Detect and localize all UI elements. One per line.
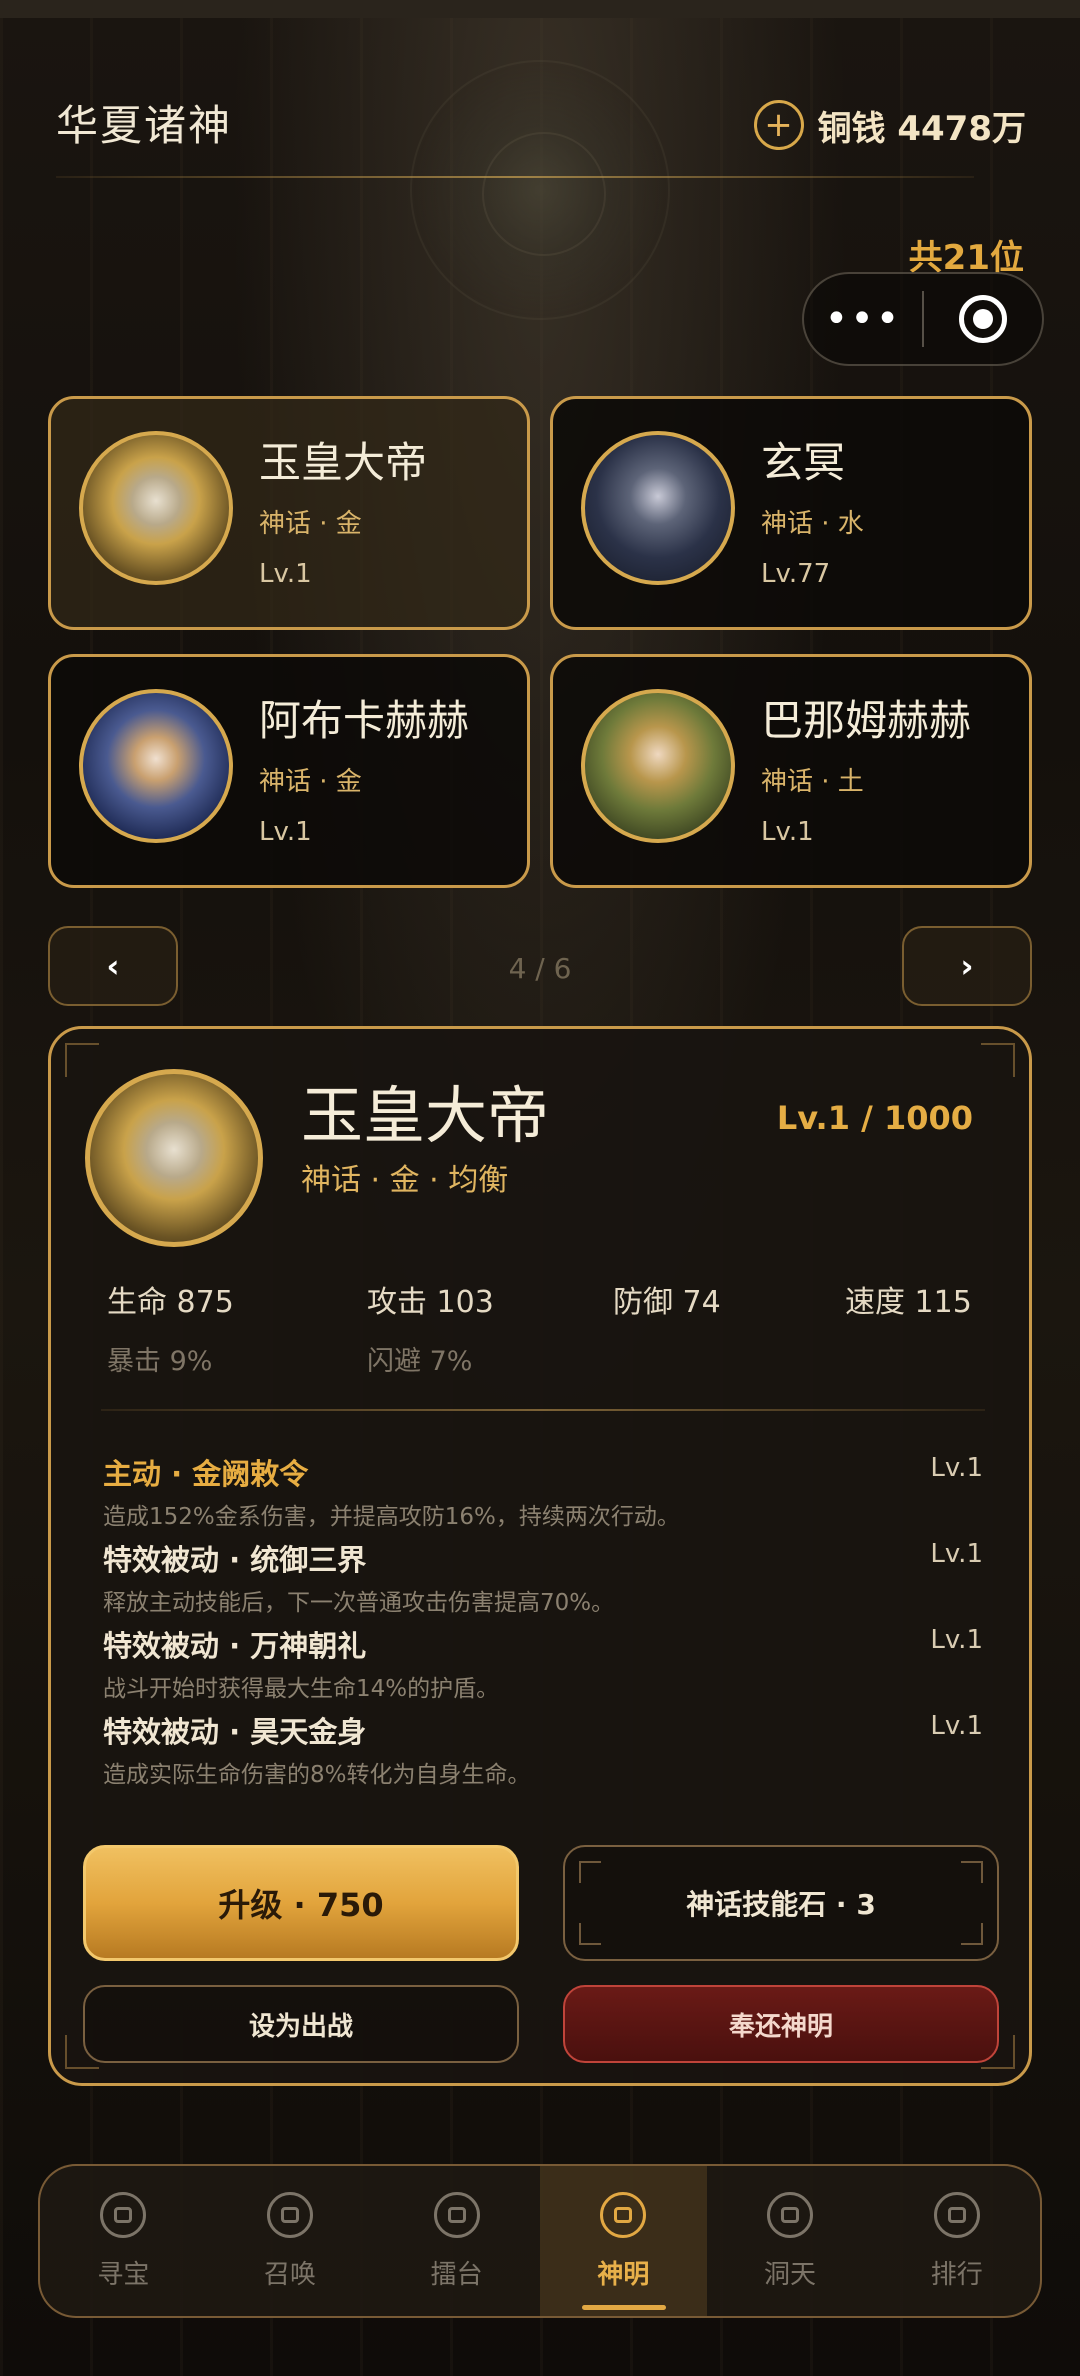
stat-speed: 速度 115 [845, 1285, 972, 1320]
deity-detail-panel: 玉皇大帝 Lv.1 / 1000 神话 · 金 · 均衡 生命 875 攻击 1… [48, 1026, 1032, 2086]
deity-level: Lv.1 [259, 817, 312, 847]
header-divider [56, 176, 974, 178]
skill-level: Lv.1 [930, 1539, 983, 1569]
deploy-button[interactable]: 设为出战 [83, 1985, 519, 2063]
page-title: 华夏诸神 [56, 101, 233, 150]
nav-item-home[interactable]: 洞天 [707, 2166, 874, 2316]
nav-item-summon[interactable]: 召唤 [207, 2166, 374, 2316]
return-deity-button[interactable]: 奉还神明 [563, 1985, 999, 2063]
upgrade-button[interactable]: 升级 · 750 [83, 1845, 519, 1961]
corner-ornament [579, 1861, 601, 1883]
nav-item-arena[interactable]: 擂台 [373, 2166, 540, 2316]
skill-desc: 释放主动技能后，下一次普通攻击伤害提高70%。 [103, 1590, 615, 1616]
deity-name: 玄冥 [761, 438, 846, 487]
skill-title: 特效被动 · 万神朝礼 [103, 1629, 367, 1663]
skill-desc: 造成实际生命伤害的8%转化为自身生命。 [103, 1762, 531, 1788]
skill-entry: 特效被动 · 统御三界 Lv.1 释放主动技能后，下一次普通攻击伤害提高70%。 [103, 1537, 983, 1617]
next-page-button[interactable]: › [902, 926, 1032, 1006]
avatar [581, 431, 735, 585]
stat-defense: 防御 74 [613, 1285, 721, 1320]
nav-item-rank[interactable]: 排行 [873, 2166, 1040, 2316]
nav-item-treasure[interactable]: 寻宝 [40, 2166, 207, 2316]
nav-label: 神明 [597, 2259, 650, 2290]
skill-stone-label: 神话技能石 · 3 [686, 1888, 876, 1921]
skill-level: Lv.1 [930, 1625, 983, 1655]
stat-attack: 攻击 103 [367, 1285, 494, 1320]
detail-avatar [85, 1069, 263, 1247]
skill-title: 特效被动 · 统御三界 [103, 1543, 367, 1577]
deity-card[interactable]: 玉皇大帝 神话 · 金 Lv.1 [48, 396, 530, 630]
skill-desc: 战斗开始时获得最大生命14%的护盾。 [103, 1676, 500, 1702]
stat-hp: 生命 875 [107, 1285, 234, 1320]
corner-ornament [65, 1043, 99, 1077]
avatar [79, 431, 233, 585]
avatar [581, 689, 735, 843]
detail-tags: 神话 · 金 · 均衡 [301, 1163, 509, 1198]
skill-desc: 造成152%金系伤害，并提高攻防16%，持续两次行动。 [103, 1504, 680, 1530]
deity-name: 玉皇大帝 [259, 438, 428, 487]
nav-label: 擂台 [430, 2259, 483, 2290]
plus-circle-icon[interactable]: + [753, 100, 804, 150]
detail-name: 玉皇大帝 [301, 1079, 550, 1152]
skill-entry: 特效被动 · 昊天金身 Lv.1 造成实际生命伤害的8%转化为自身生命。 [103, 1709, 983, 1789]
deity-name: 巴那姆赫赫 [761, 696, 972, 745]
corner-ornament [981, 1043, 1015, 1077]
skill-stone-button[interactable]: 神话技能石 · 3 [563, 1845, 999, 1961]
stats-divider [101, 1409, 985, 1411]
mini-program-capsule: ••• [802, 272, 1044, 366]
stat-dodge: 闪避 7% [367, 1346, 473, 1377]
status-strip [0, 0, 1080, 18]
home-icon [767, 2191, 814, 2238]
deity-tag: 神话 · 土 [761, 767, 864, 797]
nav-label: 排行 [930, 2259, 983, 2290]
deity-icon [600, 2191, 647, 2238]
bottom-nav: 寻宝 召唤 擂台 神明 洞天 排行 [38, 2164, 1042, 2318]
detail-level: Lv.1 / 1000 [776, 1099, 973, 1137]
header: 华夏诸神 + 铜钱 4478万 [56, 92, 1026, 182]
target-ring [958, 295, 1007, 343]
active-indicator [582, 2305, 667, 2310]
deity-level: Lv.77 [761, 559, 831, 589]
target-icon[interactable] [924, 274, 1042, 364]
currency-text: 铜钱 4478万 [817, 108, 1026, 149]
more-icon[interactable]: ••• [804, 274, 922, 364]
corner-ornament [961, 1861, 983, 1883]
summon-icon [267, 2191, 313, 2238]
nav-label: 洞天 [764, 2259, 817, 2290]
skill-title: 特效被动 · 昊天金身 [103, 1715, 367, 1749]
stat-crit: 暴击 9% [107, 1346, 213, 1377]
treasure-icon [100, 2191, 147, 2238]
deity-level: Lv.1 [761, 817, 814, 847]
deity-tag: 神话 · 金 [259, 509, 362, 539]
arena-icon [433, 2191, 480, 2238]
deity-tag: 神话 · 金 [259, 767, 362, 797]
nav-label: 召唤 [264, 2259, 317, 2290]
skill-entry: 主动 · 金阙敕令 Lv.1 造成152%金系伤害，并提高攻防16%，持续两次行… [103, 1451, 983, 1531]
deity-tag: 神话 · 水 [761, 509, 864, 539]
rank-icon [933, 2191, 980, 2238]
skill-entry: 特效被动 · 万神朝礼 Lv.1 战斗开始时获得最大生命14%的护盾。 [103, 1623, 983, 1703]
nav-label: 寻宝 [97, 2259, 150, 2290]
currency-display[interactable]: + 铜钱 4478万 [753, 100, 1026, 150]
avatar [79, 689, 233, 843]
deity-card[interactable]: 玄冥 神话 · 水 Lv.77 [550, 396, 1032, 630]
deity-level: Lv.1 [259, 559, 312, 589]
deity-card[interactable]: 阿布卡赫赫 神话 · 金 Lv.1 [48, 654, 530, 888]
deity-card[interactable]: 巴那姆赫赫 神话 · 土 Lv.1 [550, 654, 1032, 888]
skill-level: Lv.1 [930, 1711, 983, 1741]
chevron-right-icon: › [960, 947, 974, 985]
nav-item-deity[interactable]: 神明 [540, 2166, 707, 2316]
target-dot [972, 309, 993, 329]
corner-ornament [961, 1923, 983, 1945]
skill-level: Lv.1 [930, 1453, 983, 1483]
corner-ornament [579, 1923, 601, 1945]
deity-name: 阿布卡赫赫 [259, 696, 470, 745]
skill-title: 主动 · 金阙敕令 [103, 1457, 309, 1491]
